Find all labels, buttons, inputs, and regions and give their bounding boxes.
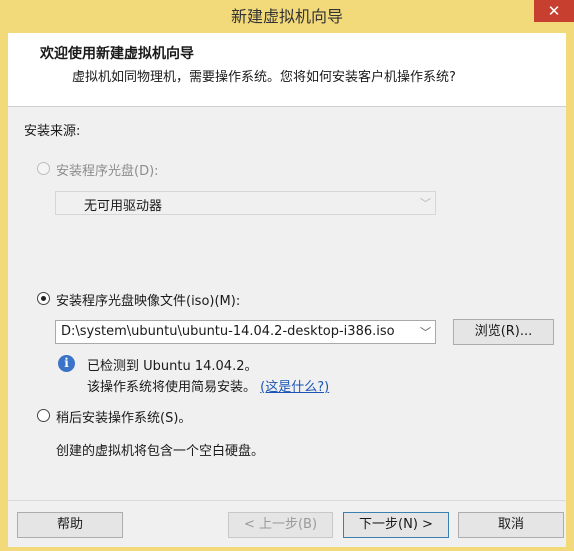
drive-select[interactable]: 无可用驱动器 ﹀ xyxy=(55,191,436,215)
button-separator xyxy=(8,500,566,501)
disc-radio[interactable] xyxy=(37,162,50,175)
easy-install-note: 该操作系统将使用简易安装。 xyxy=(87,380,257,395)
next-button[interactable]: 下一步(N) > xyxy=(343,512,449,538)
later-radio[interactable] xyxy=(37,409,50,422)
disc-radio-label: 安装程序光盘(D): xyxy=(56,164,159,179)
easy-install-text: 该操作系统将使用简易安装。 (这是什么?) xyxy=(87,376,329,395)
whats-this-link[interactable]: (这是什么?) xyxy=(260,380,329,395)
header-title: 欢迎使用新建虚拟机向导 xyxy=(40,46,194,62)
source-label: 安装来源: xyxy=(24,124,81,139)
iso-path-value: D:\system\ubuntu\ubuntu-14.04.2-desktop-… xyxy=(61,324,395,339)
back-button[interactable]: < 上一步(B) xyxy=(228,512,333,538)
window-frame-bottom xyxy=(0,547,574,551)
wizard-content: 安装来源: 安装程序光盘(D): 无可用驱动器 ﹀ 安装程序光盘映像文件(iso… xyxy=(8,107,566,547)
window-frame-right xyxy=(566,33,574,551)
window-title: 新建虚拟机向导 xyxy=(230,7,343,26)
cancel-button[interactable]: 取消 xyxy=(458,512,564,538)
iso-radio[interactable] xyxy=(37,292,50,305)
help-button[interactable]: 帮助 xyxy=(17,512,123,538)
iso-radio-label: 安装程序光盘映像文件(iso)(M): xyxy=(56,294,241,309)
browse-button[interactable]: 浏览(R)... xyxy=(453,319,554,345)
drive-select-value: 无可用驱动器 xyxy=(84,199,163,214)
info-icon: i xyxy=(58,355,75,372)
header-subtitle: 虚拟机如同物理机，需要操作系统。您将如何安装客户机操作系统? xyxy=(72,70,456,85)
chevron-down-icon: ﹀ xyxy=(420,326,431,339)
chevron-down-icon: ﹀ xyxy=(420,197,431,210)
later-radio-label: 稍后安装操作系统(S)。 xyxy=(56,411,192,426)
wizard-header: 欢迎使用新建虚拟机向导 虚拟机如同物理机，需要操作系统。您将如何安装客户机操作系… xyxy=(8,33,566,107)
close-icon: ✕ xyxy=(547,2,561,20)
detected-os-text: 已检测到 Ubuntu 14.04.2。 xyxy=(87,359,258,374)
window-frame-left xyxy=(0,33,8,551)
iso-path-combo[interactable]: D:\system\ubuntu\ubuntu-14.04.2-desktop-… xyxy=(55,320,436,344)
close-button[interactable]: ✕ xyxy=(534,0,574,22)
later-description: 创建的虚拟机将包含一个空白硬盘。 xyxy=(56,444,265,459)
